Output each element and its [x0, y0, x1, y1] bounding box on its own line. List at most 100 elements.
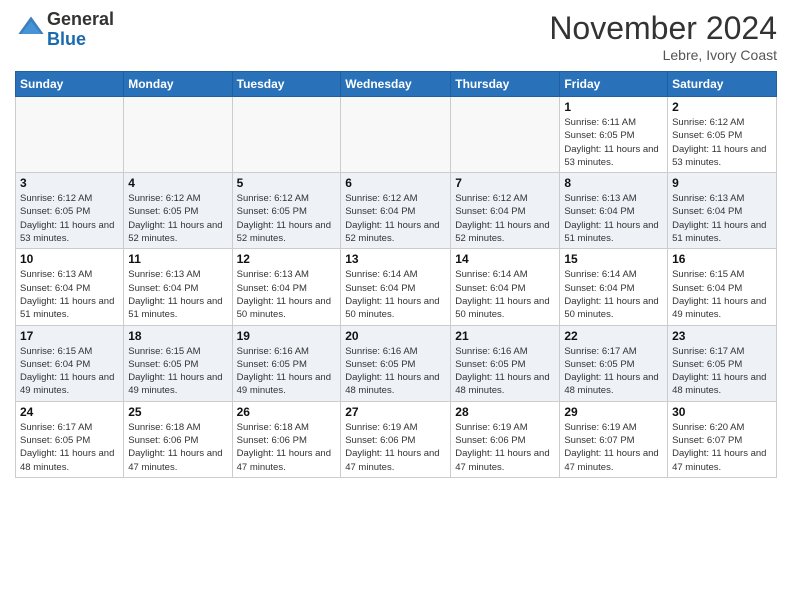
day-number: 25: [128, 405, 227, 419]
day-number: 8: [564, 176, 663, 190]
day-number: 17: [20, 329, 119, 343]
day-number: 14: [455, 252, 555, 266]
day-info: Sunrise: 6:17 AMSunset: 6:05 PMDaylight:…: [672, 345, 772, 398]
day-info: Sunrise: 6:19 AMSunset: 6:06 PMDaylight:…: [345, 421, 446, 474]
title-area: November 2024 Lebre, Ivory Coast: [549, 10, 777, 63]
day-info: Sunrise: 6:12 AMSunset: 6:05 PMDaylight:…: [128, 192, 227, 245]
calendar-cell: [124, 97, 232, 173]
calendar-cell: 14Sunrise: 6:14 AMSunset: 6:04 PMDayligh…: [451, 249, 560, 325]
day-number: 22: [564, 329, 663, 343]
day-number: 28: [455, 405, 555, 419]
calendar-cell: 5Sunrise: 6:12 AMSunset: 6:05 PMDaylight…: [232, 173, 341, 249]
day-number: 1: [564, 100, 663, 114]
calendar-cell: 21 Sunrise: 6:16 AMSunset: 6:05 PMDayligh…: [451, 325, 560, 401]
day-number: 6: [345, 176, 446, 190]
calendar-cell: 9 Sunrise: 6:13 AMSunset: 6:04 PMDaylight…: [668, 173, 777, 249]
calendar-week-4: 17 Sunrise: 6:15 AMSunset: 6:04 PMDayligh…: [16, 325, 777, 401]
month-title: November 2024: [549, 10, 777, 47]
day-info: Sunrise: 6:13 AMSunset: 6:04 PMDaylight:…: [672, 192, 772, 245]
day-number: 13: [345, 252, 446, 266]
page: General Blue November 2024 Lebre, Ivory …: [0, 0, 792, 488]
day-number: 19: [237, 329, 337, 343]
calendar-cell: 24 Sunrise: 6:17 AMSunset: 6:05 PMDayligh…: [16, 401, 124, 477]
location: Lebre, Ivory Coast: [549, 47, 777, 63]
calendar-cell: 17 Sunrise: 6:15 AMSunset: 6:04 PMDayligh…: [16, 325, 124, 401]
calendar-cell: [16, 97, 124, 173]
calendar-week-1: 1 Sunrise: 6:11 AMSunset: 6:05 PMDaylight…: [16, 97, 777, 173]
calendar-cell: 20Sunrise: 6:16 AMSunset: 6:05 PMDayligh…: [341, 325, 451, 401]
calendar-cell: 19 Sunrise: 6:16 AMSunset: 6:05 PMDayligh…: [232, 325, 341, 401]
calendar-cell: 4 Sunrise: 6:12 AMSunset: 6:05 PMDaylight…: [124, 173, 232, 249]
day-info: Sunrise: 6:17 AMSunset: 6:05 PMDaylight:…: [20, 421, 119, 474]
calendar-cell: 11Sunrise: 6:13 AMSunset: 6:04 PMDayligh…: [124, 249, 232, 325]
weekday-header-sunday: Sunday: [16, 72, 124, 97]
day-info: Sunrise: 6:18 AMSunset: 6:06 PMDaylight:…: [237, 421, 337, 474]
weekday-header-monday: Monday: [124, 72, 232, 97]
day-info: Sunrise: 6:12 AMSunset: 6:05 PMDaylight:…: [20, 192, 119, 245]
day-info: Sunrise: 6:19 AMSunset: 6:07 PMDaylight:…: [564, 421, 663, 474]
calendar-cell: 29 Sunrise: 6:19 AMSunset: 6:07 PMDayligh…: [560, 401, 668, 477]
logo-blue: Blue: [47, 29, 86, 49]
logo-icon: [17, 13, 45, 41]
weekday-header-tuesday: Tuesday: [232, 72, 341, 97]
day-number: 12: [237, 252, 337, 266]
day-info: Sunrise: 6:15 AMSunset: 6:04 PMDaylight:…: [672, 268, 772, 321]
day-number: 10: [20, 252, 119, 266]
day-info: Sunrise: 6:16 AMSunset: 6:05 PMDaylight:…: [237, 345, 337, 398]
calendar-week-2: 3 Sunrise: 6:12 AMSunset: 6:05 PMDaylight…: [16, 173, 777, 249]
day-info: Sunrise: 6:14 AMSunset: 6:04 PMDaylight:…: [564, 268, 663, 321]
calendar-header: SundayMondayTuesdayWednesdayThursdayFrid…: [16, 72, 777, 97]
calendar-cell: 28 Sunrise: 6:19 AMSunset: 6:06 PMDayligh…: [451, 401, 560, 477]
calendar-body: 1 Sunrise: 6:11 AMSunset: 6:05 PMDaylight…: [16, 97, 777, 478]
day-info: Sunrise: 6:13 AMSunset: 6:04 PMDaylight:…: [128, 268, 227, 321]
day-info: Sunrise: 6:12 AMSunset: 6:04 PMDaylight:…: [455, 192, 555, 245]
day-number: 9: [672, 176, 772, 190]
day-info: Sunrise: 6:16 AMSunset: 6:05 PMDaylight:…: [455, 345, 555, 398]
logo-text: General Blue: [47, 10, 114, 50]
day-info: Sunrise: 6:11 AMSunset: 6:05 PMDaylight:…: [564, 116, 663, 169]
day-info: Sunrise: 6:12 AMSunset: 6:05 PMDaylight:…: [237, 192, 337, 245]
weekday-header-friday: Friday: [560, 72, 668, 97]
day-number: 23: [672, 329, 772, 343]
day-number: 29: [564, 405, 663, 419]
day-info: Sunrise: 6:16 AMSunset: 6:05 PMDaylight:…: [345, 345, 446, 398]
calendar-cell: 1 Sunrise: 6:11 AMSunset: 6:05 PMDaylight…: [560, 97, 668, 173]
day-info: Sunrise: 6:13 AMSunset: 6:04 PMDaylight:…: [564, 192, 663, 245]
calendar-week-5: 24 Sunrise: 6:17 AMSunset: 6:05 PMDayligh…: [16, 401, 777, 477]
day-number: 24: [20, 405, 119, 419]
day-info: Sunrise: 6:15 AMSunset: 6:04 PMDaylight:…: [20, 345, 119, 398]
calendar-cell: 25 Sunrise: 6:18 AMSunset: 6:06 PMDayligh…: [124, 401, 232, 477]
calendar-cell: 2 Sunrise: 6:12 AMSunset: 6:05 PMDaylight…: [668, 97, 777, 173]
weekday-header-saturday: Saturday: [668, 72, 777, 97]
day-number: 30: [672, 405, 772, 419]
calendar-cell: 23 Sunrise: 6:17 AMSunset: 6:05 PMDayligh…: [668, 325, 777, 401]
calendar-week-3: 10 Sunrise: 6:13 AMSunset: 6:04 PMDayligh…: [16, 249, 777, 325]
day-number: 21: [455, 329, 555, 343]
calendar-cell: 10 Sunrise: 6:13 AMSunset: 6:04 PMDayligh…: [16, 249, 124, 325]
header: General Blue November 2024 Lebre, Ivory …: [15, 10, 777, 63]
calendar-cell: 3 Sunrise: 6:12 AMSunset: 6:05 PMDaylight…: [16, 173, 124, 249]
calendar-cell: 22Sunrise: 6:17 AMSunset: 6:05 PMDayligh…: [560, 325, 668, 401]
day-number: 16: [672, 252, 772, 266]
calendar-cell: 6Sunrise: 6:12 AMSunset: 6:04 PMDaylight…: [341, 173, 451, 249]
calendar-cell: 7Sunrise: 6:12 AMSunset: 6:04 PMDaylight…: [451, 173, 560, 249]
day-info: Sunrise: 6:13 AMSunset: 6:04 PMDaylight:…: [237, 268, 337, 321]
day-number: 3: [20, 176, 119, 190]
calendar-cell: [232, 97, 341, 173]
day-number: 18: [128, 329, 227, 343]
calendar-cell: 8 Sunrise: 6:13 AMSunset: 6:04 PMDaylight…: [560, 173, 668, 249]
day-number: 26: [237, 405, 337, 419]
day-info: Sunrise: 6:19 AMSunset: 6:06 PMDaylight:…: [455, 421, 555, 474]
day-number: 27: [345, 405, 446, 419]
calendar-cell: 16 Sunrise: 6:15 AMSunset: 6:04 PMDayligh…: [668, 249, 777, 325]
day-info: Sunrise: 6:13 AMSunset: 6:04 PMDaylight:…: [20, 268, 119, 321]
day-number: 2: [672, 100, 772, 114]
weekday-header-row: SundayMondayTuesdayWednesdayThursdayFrid…: [16, 72, 777, 97]
weekday-header-thursday: Thursday: [451, 72, 560, 97]
calendar-cell: 18Sunrise: 6:15 AMSunset: 6:05 PMDayligh…: [124, 325, 232, 401]
calendar-cell: 12 Sunrise: 6:13 AMSunset: 6:04 PMDayligh…: [232, 249, 341, 325]
day-number: 4: [128, 176, 227, 190]
day-info: Sunrise: 6:12 AMSunset: 6:05 PMDaylight:…: [672, 116, 772, 169]
day-info: Sunrise: 6:18 AMSunset: 6:06 PMDaylight:…: [128, 421, 227, 474]
day-info: Sunrise: 6:14 AMSunset: 6:04 PMDaylight:…: [345, 268, 446, 321]
